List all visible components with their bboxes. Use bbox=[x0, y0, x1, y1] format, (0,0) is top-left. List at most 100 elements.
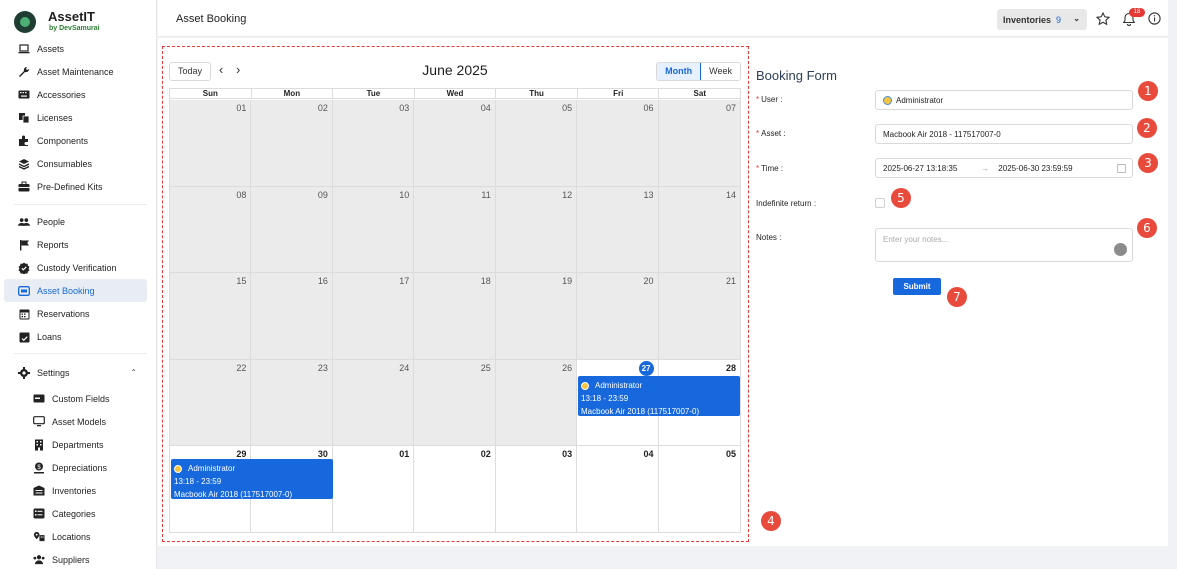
notes-textarea[interactable]: Enter your notes... bbox=[875, 228, 1133, 262]
next-month-icon[interactable]: › bbox=[236, 63, 240, 77]
sidebar-item-inventories[interactable]: Inventories bbox=[4, 479, 147, 502]
sidebar-item-assets[interactable]: Assets bbox=[4, 37, 147, 60]
calendar-day-cell[interactable]: 17 bbox=[332, 273, 415, 360]
calendar-day-cell[interactable]: 04 bbox=[577, 446, 659, 533]
calendar-day-cell[interactable]: 10 bbox=[332, 186, 415, 274]
calendar-day-cell[interactable]: 11 bbox=[414, 186, 496, 274]
time-end[interactable]: 2025-06-30 23:59:59 bbox=[998, 164, 1072, 173]
sidebar-item-depreciations[interactable]: $ Depreciations bbox=[4, 456, 147, 479]
calendar-day-cell[interactable]: 08 bbox=[170, 186, 252, 274]
calendar-day-cell[interactable]: 09 bbox=[251, 186, 333, 274]
notification-badge: 18 bbox=[1129, 8, 1145, 17]
sidebar-divider bbox=[14, 353, 147, 354]
view-month-button[interactable]: Month bbox=[657, 63, 702, 80]
sidebar-item-label: Locations bbox=[52, 531, 91, 542]
brand[interactable]: AssetIT by DevSamurai bbox=[14, 10, 100, 33]
calendar-day-cell[interactable]: 07 bbox=[658, 100, 740, 187]
sidebar-item-accessories[interactable]: Accessories bbox=[4, 83, 147, 106]
calendar-day-cell[interactable]: 14 bbox=[658, 186, 740, 274]
calendar-day-cell[interactable]: 03 bbox=[332, 100, 415, 187]
verified-icon bbox=[18, 262, 30, 274]
user-select[interactable]: Administrator bbox=[875, 90, 1133, 110]
calendar-day-cell[interactable]: 01 bbox=[170, 100, 252, 187]
event-user-row: Administrator bbox=[581, 379, 737, 392]
calendar-day-cell[interactable]: 25 bbox=[414, 359, 496, 447]
calendar-day-cell[interactable]: 20 bbox=[577, 273, 659, 360]
calendar-day-cell[interactable]: 22 bbox=[170, 359, 252, 447]
sidebar-item-settings[interactable]: Settings ⌃ bbox=[4, 361, 147, 384]
sidebar-item-reservations[interactable]: Reservations bbox=[4, 302, 147, 325]
info-icon[interactable] bbox=[1148, 12, 1162, 26]
calendar-day-cell[interactable]: 23 bbox=[251, 359, 333, 447]
prev-month-icon[interactable]: ‹ bbox=[219, 63, 223, 77]
submit-button[interactable]: Submit bbox=[893, 278, 941, 295]
view-week-button[interactable]: Week bbox=[701, 63, 740, 80]
inventory-icon bbox=[33, 485, 45, 497]
indefinite-return-label: Indefinite return : bbox=[756, 199, 817, 208]
calendar-day-cell[interactable]: 05 bbox=[495, 100, 578, 187]
sidebar-item-locations[interactable]: Locations bbox=[4, 525, 147, 548]
weekday-label: Tue bbox=[333, 89, 415, 98]
sidebar-item-asset-maintenance[interactable]: Asset Maintenance bbox=[4, 60, 147, 83]
arrow-right-icon: → bbox=[981, 163, 990, 173]
sidebar-item-components[interactable]: Components bbox=[4, 129, 147, 152]
time-start[interactable]: 2025-06-27 13:18:35 bbox=[883, 164, 957, 173]
calendar-day-cell[interactable]: 01 bbox=[332, 446, 415, 533]
people-icon bbox=[18, 216, 30, 228]
calendar-day-cell[interactable]: 19 bbox=[495, 273, 578, 360]
calendar-day-cell[interactable]: 13 bbox=[577, 186, 659, 274]
day-number: 20 bbox=[643, 276, 654, 287]
asset-select[interactable]: Macbook Air 2018 - 117517007-0 bbox=[875, 124, 1133, 144]
keyboard-icon bbox=[18, 89, 30, 101]
time-label: * Time : bbox=[756, 164, 784, 173]
calendar-day-cell[interactable]: 02 bbox=[414, 446, 496, 533]
sidebar-item-licenses[interactable]: Licenses bbox=[4, 106, 147, 129]
annotation-marker: 4 bbox=[761, 511, 781, 531]
sidebar-item-categories[interactable]: Categories bbox=[4, 502, 147, 525]
booking-event[interactable]: Administrator 13:18 - 23:59 Macbook Air … bbox=[578, 376, 740, 416]
calendar-day-cell[interactable]: 12 bbox=[495, 186, 578, 274]
sidebar-item-departments[interactable]: Departments bbox=[4, 433, 147, 456]
calendar-day-cell[interactable]: 02 bbox=[251, 100, 333, 187]
sidebar-item-label: Consumables bbox=[37, 158, 93, 169]
sidebar-item-loans[interactable]: Loans bbox=[4, 325, 147, 348]
calendar-day-cell[interactable]: 24 bbox=[332, 359, 415, 447]
view-toggle: Month Week bbox=[656, 62, 741, 81]
calendar-day-cell[interactable]: 05 bbox=[658, 446, 740, 533]
calendar-day-cell[interactable]: 16 bbox=[251, 273, 333, 360]
event-asset: Macbook Air 2018 (117517007-0) bbox=[174, 490, 293, 499]
category-icon bbox=[33, 508, 45, 520]
sidebar-item-suppliers[interactable]: Suppliers bbox=[4, 548, 147, 569]
calendar-day-cell[interactable]: 15 bbox=[170, 273, 252, 360]
calendar-icon bbox=[18, 308, 30, 320]
sidebar-item-pre-defined-kits[interactable]: Pre-Defined Kits bbox=[4, 175, 147, 198]
laptop-icon bbox=[18, 43, 30, 55]
sidebar-item-label: Settings bbox=[37, 367, 70, 378]
sidebar-item-asset-booking[interactable]: Asset Booking bbox=[4, 279, 147, 302]
day-number: 16 bbox=[317, 276, 328, 287]
sidebar-item-consumables[interactable]: Consumables bbox=[4, 152, 147, 175]
sidebar-item-people[interactable]: People bbox=[4, 210, 147, 233]
inventory-count: 9 bbox=[1056, 14, 1062, 25]
sidebar-item-asset-models[interactable]: Asset Models bbox=[4, 410, 147, 433]
sidebar-item-reports[interactable]: Reports bbox=[4, 233, 147, 256]
calendar-day-cell[interactable]: 06 bbox=[577, 100, 659, 187]
calendar-day-cell[interactable]: 26 bbox=[495, 359, 578, 447]
day-number: 24 bbox=[399, 362, 410, 373]
sidebar-item-custom-fields[interactable]: Custom Fields bbox=[4, 387, 147, 410]
indefinite-return-checkbox[interactable] bbox=[875, 198, 885, 208]
time-range-picker[interactable]: 2025-06-27 13:18:35 → 2025-06-30 23:59:5… bbox=[875, 158, 1133, 178]
layers-icon bbox=[18, 158, 30, 170]
day-number: 08 bbox=[236, 189, 247, 200]
calendar-day-cell[interactable]: 03 bbox=[495, 446, 578, 533]
calendar-day-cell[interactable]: 21 bbox=[658, 273, 740, 360]
chevron-up-icon[interactable]: ⌃ bbox=[130, 368, 137, 377]
weekday-label: Wed bbox=[415, 89, 497, 98]
calendar-day-cell[interactable]: 18 bbox=[414, 273, 496, 360]
star-icon[interactable] bbox=[1095, 11, 1111, 26]
emoji-icon[interactable] bbox=[1114, 243, 1127, 256]
booking-event[interactable]: Administrator 13:18 - 23:59 Macbook Air … bbox=[171, 459, 333, 499]
sidebar-item-custody-verification[interactable]: Custody Verification bbox=[4, 256, 147, 279]
inventory-select[interactable]: Inventories 9 ⌄ bbox=[997, 9, 1087, 30]
calendar-day-cell[interactable]: 04 bbox=[414, 100, 496, 187]
